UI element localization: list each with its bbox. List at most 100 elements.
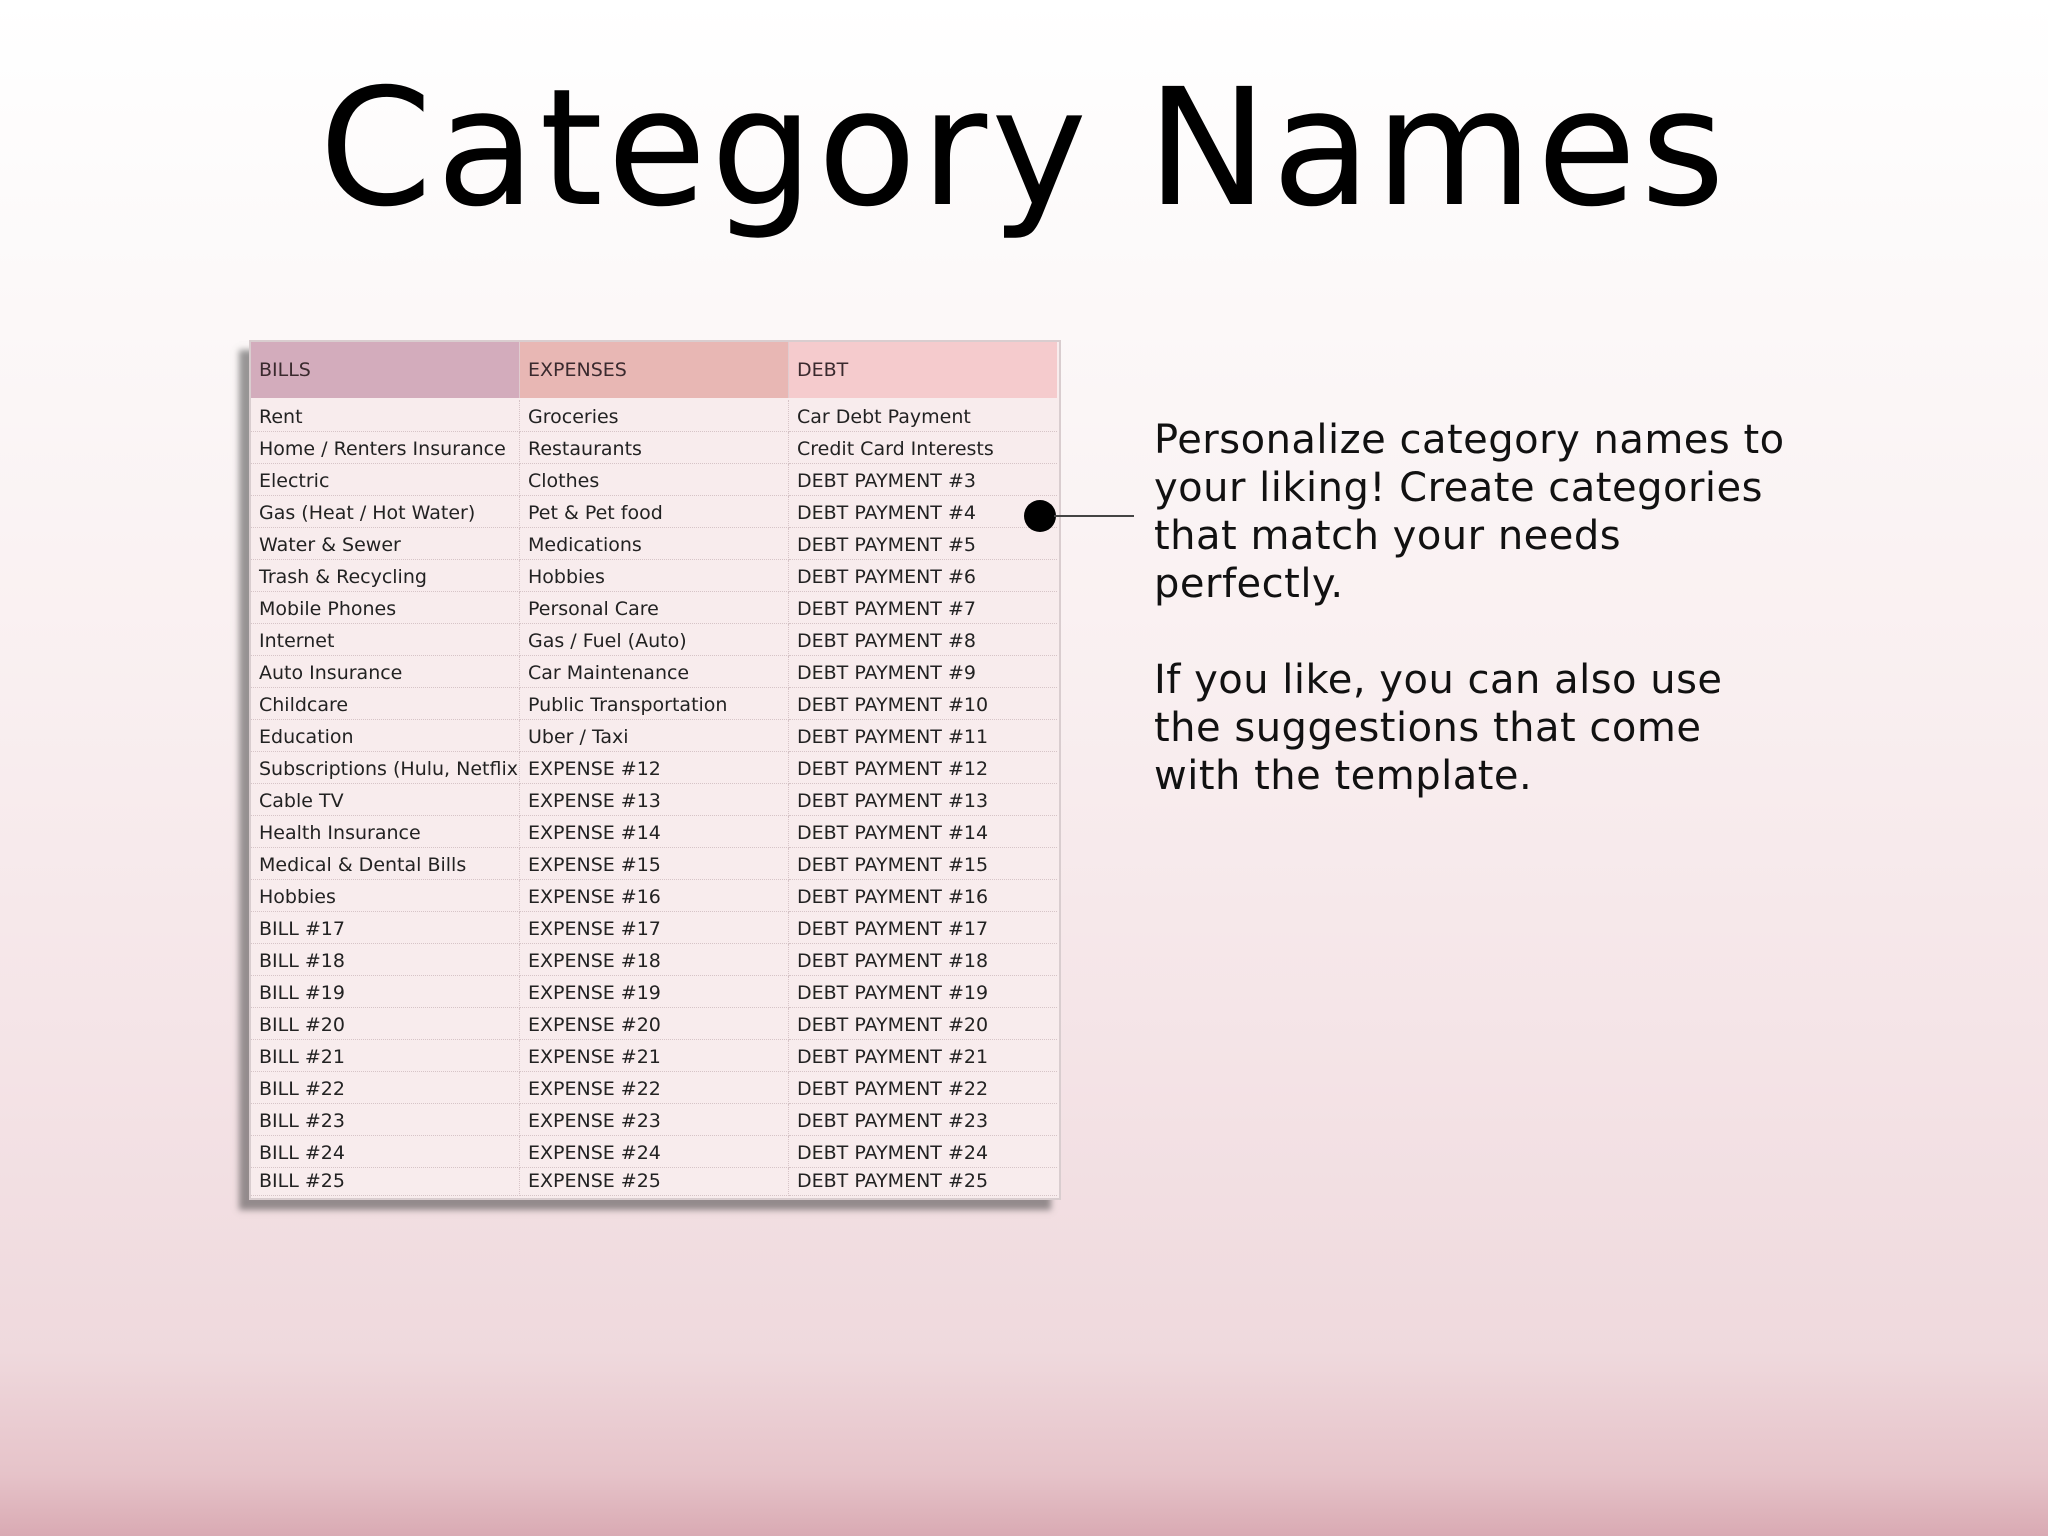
cell-expenses[interactable]: Car Maintenance: [520, 656, 789, 688]
cell-bills[interactable]: Internet: [251, 624, 520, 656]
column-header-expenses[interactable]: EXPENSES: [520, 342, 789, 398]
cell-expenses[interactable]: Groceries: [520, 400, 789, 432]
cell-bills[interactable]: Subscriptions (Hulu, Netflix: [251, 752, 520, 784]
cell-bills[interactable]: BILL #17: [251, 912, 520, 944]
cell-expenses[interactable]: EXPENSE #14: [520, 816, 789, 848]
cell-bills[interactable]: BILL #24: [251, 1136, 520, 1168]
cell-debt[interactable]: DEBT PAYMENT #6: [789, 560, 1057, 592]
category-spreadsheet: BILLS EXPENSES DEBT Rent Groceries Car Deb…: [249, 340, 1061, 1200]
cell-bills[interactable]: Hobbies: [251, 880, 520, 912]
table-row: Education Uber / Taxi DEBT PAYMENT #11: [251, 720, 1059, 752]
cell-bills[interactable]: Medical & Dental Bills: [251, 848, 520, 880]
cell-expenses[interactable]: EXPENSE #18: [520, 944, 789, 976]
cell-debt[interactable]: DEBT PAYMENT #24: [789, 1136, 1057, 1168]
cell-bills[interactable]: Childcare: [251, 688, 520, 720]
cell-expenses[interactable]: Hobbies: [520, 560, 789, 592]
cell-debt[interactable]: DEBT PAYMENT #16: [789, 880, 1057, 912]
cell-bills[interactable]: Electric: [251, 464, 520, 496]
cell-debt[interactable]: DEBT PAYMENT #18: [789, 944, 1057, 976]
cell-bills[interactable]: Home / Renters Insurance: [251, 432, 520, 464]
cell-debt[interactable]: DEBT PAYMENT #9: [789, 656, 1057, 688]
cell-expenses[interactable]: Clothes: [520, 464, 789, 496]
cell-bills[interactable]: Mobile Phones: [251, 592, 520, 624]
cell-expenses[interactable]: EXPENSE #15: [520, 848, 789, 880]
cell-debt[interactable]: DEBT PAYMENT #22: [789, 1072, 1057, 1104]
cell-bills[interactable]: BILL #23: [251, 1104, 520, 1136]
cell-expenses[interactable]: EXPENSE #20: [520, 1008, 789, 1040]
cell-debt[interactable]: DEBT PAYMENT #13: [789, 784, 1057, 816]
cell-debt[interactable]: DEBT PAYMENT #11: [789, 720, 1057, 752]
cell-debt[interactable]: Credit Card Interests: [789, 432, 1057, 464]
cell-debt[interactable]: DEBT PAYMENT #23: [789, 1104, 1057, 1136]
cell-expenses[interactable]: EXPENSE #13: [520, 784, 789, 816]
table-row: Internet Gas / Fuel (Auto) DEBT PAYMENT #8: [251, 624, 1059, 656]
cell-expenses[interactable]: Restaurants: [520, 432, 789, 464]
cell-expenses[interactable]: Medications: [520, 528, 789, 560]
cell-expenses[interactable]: EXPENSE #23: [520, 1104, 789, 1136]
cell-debt[interactable]: DEBT PAYMENT #12: [789, 752, 1057, 784]
cell-debt[interactable]: DEBT PAYMENT #21: [789, 1040, 1057, 1072]
table-row: Rent Groceries Car Debt Payment: [251, 400, 1059, 432]
cell-bills[interactable]: Water & Sewer: [251, 528, 520, 560]
page-title: Category Names: [319, 55, 1729, 243]
table-row: BILL #19 EXPENSE #19 DEBT PAYMENT #19: [251, 976, 1059, 1008]
cell-expenses[interactable]: Gas / Fuel (Auto): [520, 624, 789, 656]
cell-bills[interactable]: BILL #21: [251, 1040, 520, 1072]
cell-debt[interactable]: DEBT PAYMENT #10: [789, 688, 1057, 720]
cell-bills[interactable]: Cable TV: [251, 784, 520, 816]
description-text: Personalize category names to your likin…: [1154, 416, 1794, 800]
cell-bills[interactable]: BILL #22: [251, 1072, 520, 1104]
cell-debt[interactable]: DEBT PAYMENT #20: [789, 1008, 1057, 1040]
table-row: BILL #21 EXPENSE #21 DEBT PAYMENT #21: [251, 1040, 1059, 1072]
cell-expenses[interactable]: Personal Care: [520, 592, 789, 624]
cell-expenses[interactable]: EXPENSE #12: [520, 752, 789, 784]
cell-debt[interactable]: DEBT PAYMENT #7: [789, 592, 1057, 624]
cell-debt[interactable]: Car Debt Payment: [789, 400, 1057, 432]
cell-bills[interactable]: Education: [251, 720, 520, 752]
description-paragraph: If you like, you can also use the sugges…: [1154, 657, 1723, 799]
cell-expenses[interactable]: EXPENSE #19: [520, 976, 789, 1008]
table-row: Trash & Recycling Hobbies DEBT PAYMENT #6: [251, 560, 1059, 592]
cell-expenses[interactable]: EXPENSE #16: [520, 880, 789, 912]
cell-bills[interactable]: Auto Insurance: [251, 656, 520, 688]
cell-debt[interactable]: DEBT PAYMENT #17: [789, 912, 1057, 944]
cell-expenses[interactable]: EXPENSE #21: [520, 1040, 789, 1072]
cell-expenses[interactable]: Uber / Taxi: [520, 720, 789, 752]
table-row: BILL #20 EXPENSE #20 DEBT PAYMENT #20: [251, 1008, 1059, 1040]
cell-expenses[interactable]: EXPENSE #22: [520, 1072, 789, 1104]
cell-bills[interactable]: Health Insurance: [251, 816, 520, 848]
table-row: BILL #24 EXPENSE #24 DEBT PAYMENT #24: [251, 1136, 1059, 1168]
cell-debt[interactable]: DEBT PAYMENT #25: [789, 1168, 1057, 1196]
table-row: BILL #18 EXPENSE #18 DEBT PAYMENT #18: [251, 944, 1059, 976]
cell-debt[interactable]: DEBT PAYMENT #5: [789, 528, 1057, 560]
table-row: BILL #22 EXPENSE #22 DEBT PAYMENT #22: [251, 1072, 1059, 1104]
cell-expenses[interactable]: Pet & Pet food: [520, 496, 789, 528]
header-row: BILLS EXPENSES DEBT: [251, 342, 1059, 398]
cell-expenses[interactable]: EXPENSE #24: [520, 1136, 789, 1168]
cell-expenses[interactable]: EXPENSE #17: [520, 912, 789, 944]
table-body: Rent Groceries Car Debt Payment Home / Rent…: [251, 400, 1059, 1196]
table-row: Cable TV EXPENSE #13 DEBT PAYMENT #13: [251, 784, 1059, 816]
cell-bills[interactable]: BILL #25: [251, 1168, 520, 1196]
cell-bills[interactable]: BILL #19: [251, 976, 520, 1008]
cell-debt[interactable]: DEBT PAYMENT #8: [789, 624, 1057, 656]
table-row: BILL #23 EXPENSE #23 DEBT PAYMENT #23: [251, 1104, 1059, 1136]
table-row: BILL #17 EXPENSE #17 DEBT PAYMENT #17: [251, 912, 1059, 944]
cell-expenses[interactable]: EXPENSE #25: [520, 1168, 789, 1196]
column-header-bills[interactable]: BILLS: [251, 342, 520, 398]
callout-line: [1054, 515, 1134, 517]
cell-bills[interactable]: Trash & Recycling: [251, 560, 520, 592]
cell-bills[interactable]: BILL #20: [251, 1008, 520, 1040]
cell-bills[interactable]: BILL #18: [251, 944, 520, 976]
cell-debt[interactable]: DEBT PAYMENT #15: [789, 848, 1057, 880]
cell-debt[interactable]: DEBT PAYMENT #14: [789, 816, 1057, 848]
cell-debt[interactable]: DEBT PAYMENT #19: [789, 976, 1057, 1008]
cell-debt[interactable]: DEBT PAYMENT #3: [789, 464, 1057, 496]
cell-bills[interactable]: Gas (Heat / Hot Water): [251, 496, 520, 528]
table-row: Subscriptions (Hulu, Netflix EXPENSE #12 D…: [251, 752, 1059, 784]
cell-bills[interactable]: Rent: [251, 400, 520, 432]
cell-expenses[interactable]: Public Transportation: [520, 688, 789, 720]
table-row: Auto Insurance Car Maintenance DEBT PAYMEN…: [251, 656, 1059, 688]
cell-debt[interactable]: DEBT PAYMENT #4: [789, 496, 1057, 528]
column-header-debt[interactable]: DEBT: [789, 342, 1057, 398]
